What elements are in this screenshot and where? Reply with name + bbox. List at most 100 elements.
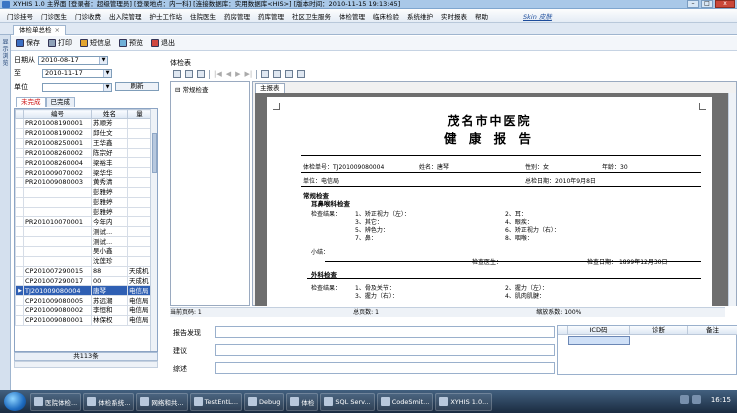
row-indicator[interactable] [15, 226, 24, 238]
date-to-picker[interactable]: 2010-11-17 ▼ [42, 68, 112, 78]
row-indicator[interactable] [15, 118, 24, 129]
table-cell[interactable]: 今年内 [91, 216, 128, 228]
row-indicator[interactable] [15, 167, 24, 179]
table-cell[interactable]: PR201008250001 [23, 137, 92, 149]
export-icon[interactable] [185, 70, 193, 78]
grid-hscrollbar[interactable] [14, 361, 158, 368]
row-indicator[interactable] [15, 206, 24, 218]
start-button[interactable] [4, 392, 26, 411]
table-cell[interactable]: 88 [91, 265, 128, 277]
report-scrollbar[interactable] [728, 93, 736, 306]
column-header[interactable]: 编号 [23, 109, 92, 119]
menu-item[interactable]: 药库管理 [254, 11, 288, 21]
advice-field[interactable] [215, 344, 555, 356]
table-row[interactable]: PR201008190002 邱仕文 [15, 127, 152, 139]
table-cell[interactable]: 天成机 [127, 265, 152, 277]
table-cell[interactable]: 彭雅婷 [91, 196, 128, 208]
row-indicator[interactable] [15, 255, 24, 267]
open-icon[interactable] [173, 70, 181, 78]
table-cell[interactable]: PR201009070002 [23, 167, 92, 179]
table-cell[interactable]: 李恒和 [91, 305, 128, 316]
tab-done[interactable]: 已完成 [45, 97, 75, 107]
table-cell[interactable]: 电信局 [127, 295, 152, 307]
table-cell[interactable] [127, 118, 152, 129]
table-cell[interactable]: PR201008260002 [23, 147, 92, 159]
column-header[interactable]: 诊断 [630, 326, 688, 335]
table-cell[interactable]: 电信局 [127, 305, 152, 316]
table-cell[interactable]: CP201007290015 [23, 265, 92, 277]
tab-main-report[interactable]: 主报表 [255, 83, 285, 93]
table-row[interactable]: 吴小鑫 [15, 245, 152, 257]
table-row[interactable]: PR201008260004 梁裕丰 [15, 157, 152, 169]
column-header[interactable]: 备注 [688, 326, 737, 335]
table-row[interactable]: CP201009080005 苏远潮 电信局 [15, 295, 152, 307]
maximize-button[interactable]: □ [701, 0, 713, 8]
table-cell[interactable]: PR201009080003 [23, 177, 92, 188]
menu-item[interactable]: 门诊挂号 [3, 11, 37, 21]
table-cell[interactable] [127, 137, 152, 149]
chevron-down-icon[interactable]: ▼ [103, 83, 111, 91]
close-tab-icon[interactable]: × [55, 26, 60, 34]
row-indicator[interactable] [15, 157, 24, 169]
table-cell[interactable] [127, 216, 152, 228]
table-cell[interactable] [127, 167, 152, 179]
first-page-icon[interactable]: |◀ [214, 70, 222, 78]
minimize-button[interactable]: – [687, 0, 699, 8]
exit-button[interactable]: 退出 [149, 37, 177, 49]
preview-button[interactable]: 预览 [117, 37, 145, 49]
taskbar-item[interactable]: CodeSmit... [376, 392, 434, 411]
table-cell[interactable] [127, 157, 152, 169]
sms-button[interactable]: 短信息 [78, 37, 113, 49]
table-row[interactable]: PR201008250001 王华鑫 [15, 137, 152, 149]
save-button[interactable]: 保存 [14, 37, 42, 49]
table-cell[interactable]: PR201008190002 [23, 127, 92, 139]
table-row[interactable]: 彭雅婷 [15, 186, 152, 198]
table-cell[interactable] [23, 255, 92, 267]
table-cell[interactable]: 天成机 [127, 275, 152, 287]
side-panel-toggle[interactable]: 显示浏览 [0, 35, 11, 390]
table-row[interactable]: PR201008260002 陈宗好 [15, 147, 152, 159]
table-cell[interactable] [127, 226, 152, 238]
menu-item[interactable]: 社区卫生服务 [288, 11, 335, 21]
column-header[interactable]: 姓名 [91, 109, 128, 119]
table-cell[interactable] [127, 186, 152, 198]
taskbar-item[interactable]: TestEntL... [189, 392, 243, 411]
table-cell[interactable] [23, 206, 92, 218]
table-row[interactable]: CP201007290017 00 天成机 [15, 275, 152, 287]
row-indicator[interactable] [15, 314, 24, 326]
table-cell[interactable]: 梁华华 [91, 167, 128, 179]
table-cell[interactable]: PR201008190001 [23, 118, 92, 129]
column-header[interactable]: 量 [127, 109, 152, 119]
menu-item[interactable]: 体检管理 [335, 11, 369, 21]
table-cell[interactable] [23, 186, 92, 198]
menu-item[interactable]: 门诊收费 [71, 11, 105, 21]
menu-item[interactable]: 护士工作站 [146, 11, 187, 21]
table-cell[interactable] [23, 226, 92, 238]
table-cell[interactable] [127, 196, 152, 208]
table-cell[interactable]: 唐琴 [91, 285, 128, 297]
table-cell[interactable]: 王华鑫 [91, 137, 128, 149]
table-row[interactable]: CP201009080001 林保权 电信局 [15, 314, 152, 326]
row-indicator[interactable] [15, 147, 24, 159]
row-indicator[interactable] [15, 295, 24, 307]
column-header[interactable]: ICD码 [568, 326, 630, 335]
table-cell[interactable]: 梁裕丰 [91, 157, 128, 169]
skin-link[interactable]: Skin 皮肤 [519, 11, 556, 21]
row-indicator[interactable] [15, 265, 24, 277]
table-cell[interactable] [127, 127, 152, 139]
date-from-picker[interactable]: 2010-08-17 ▼ [38, 55, 108, 65]
table-cell[interactable] [23, 236, 92, 247]
table-cell[interactable]: 苏顺芳 [91, 118, 128, 129]
tree-node[interactable]: ⊟ 常规检查 [175, 84, 209, 94]
row-indicator[interactable]: ▶ [15, 285, 24, 297]
tree-toggle-icon[interactable] [197, 70, 205, 78]
taskbar-item[interactable]: 体检 [286, 392, 319, 411]
taskbar-item[interactable]: 体检系统... [83, 392, 135, 411]
menu-item[interactable]: 帮助 [471, 11, 492, 21]
scroll-thumb[interactable] [152, 133, 157, 173]
icd-code-input[interactable] [568, 336, 630, 345]
row-indicator[interactable] [15, 275, 24, 287]
table-cell[interactable] [127, 177, 152, 188]
zoom-icon[interactable] [297, 70, 306, 78]
last-page-icon[interactable]: ▶| [245, 70, 253, 78]
